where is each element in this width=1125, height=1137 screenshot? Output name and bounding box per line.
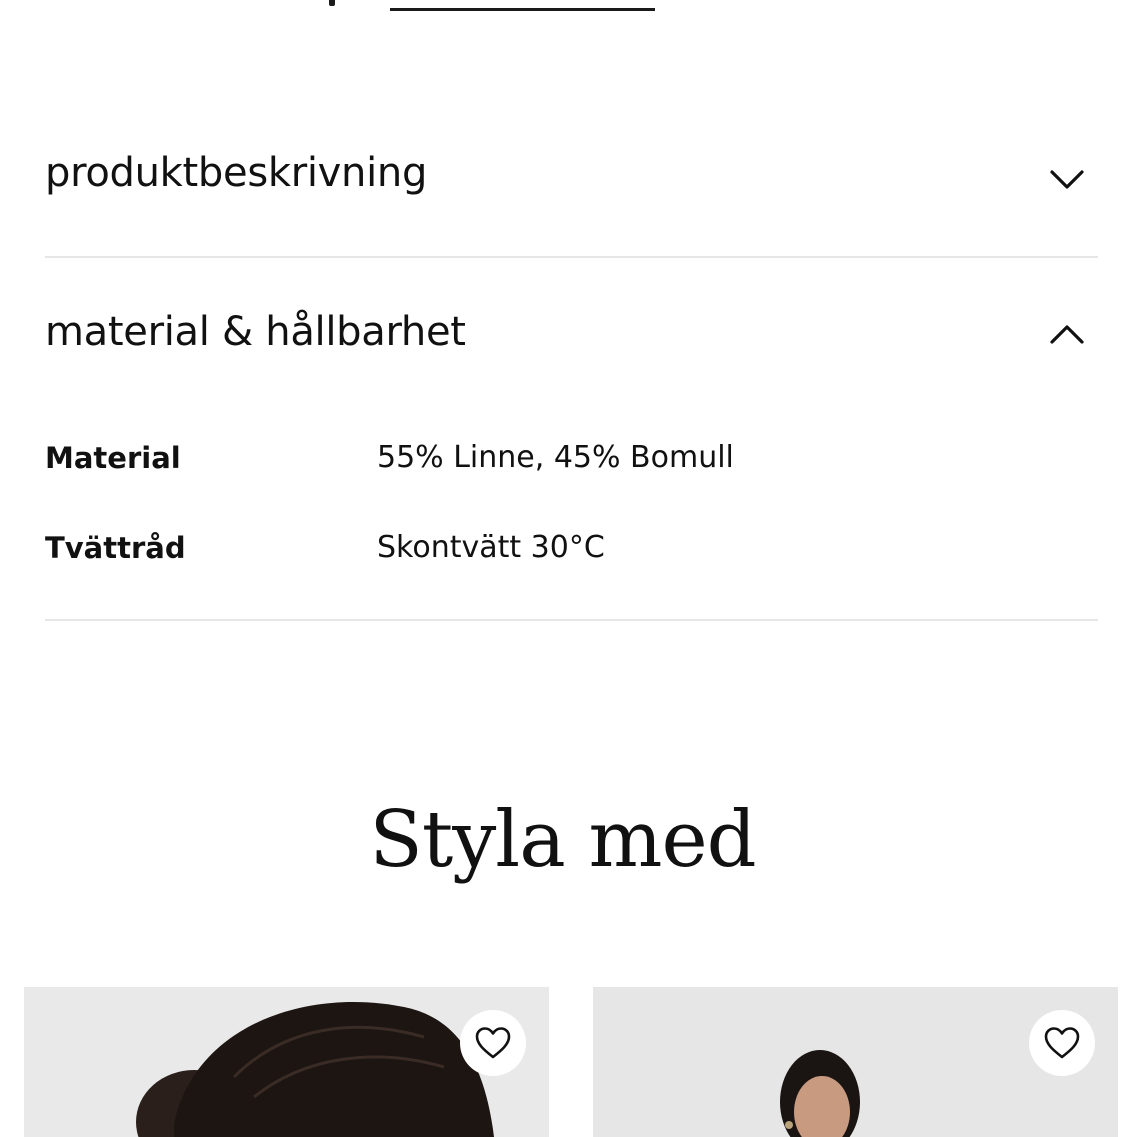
favorite-button[interactable] [1029,1010,1095,1076]
chevron-up-icon[interactable] [1050,318,1084,352]
accordion-title[interactable]: produktbeskrivning [45,150,427,196]
favorite-button[interactable] [460,1010,526,1076]
divider [45,619,1098,621]
divider [45,256,1098,258]
product-card[interactable] [24,987,549,1137]
spec-value-care: Skontvätt 30°C [377,530,605,565]
chevron-down-icon[interactable] [1050,162,1084,196]
heart-icon [475,1027,511,1059]
spec-value-material: 55% Linne, 45% Bomull [377,440,734,475]
spec-label-care: Tvättråd [45,531,186,565]
link-underline [390,8,655,11]
clipped-text-fragment [326,0,338,6]
heart-icon [1044,1027,1080,1059]
section-heading: Styla med [369,795,756,885]
spec-label-material: Material [45,441,181,475]
accordion-title[interactable]: material & hållbarhet [45,309,466,355]
accordion-produktbeskrivning[interactable]: produktbeskrivning [45,150,1098,210]
accordion-material-hallbarhet[interactable]: material & hållbarhet [45,309,1098,369]
product-card[interactable] [593,987,1118,1137]
